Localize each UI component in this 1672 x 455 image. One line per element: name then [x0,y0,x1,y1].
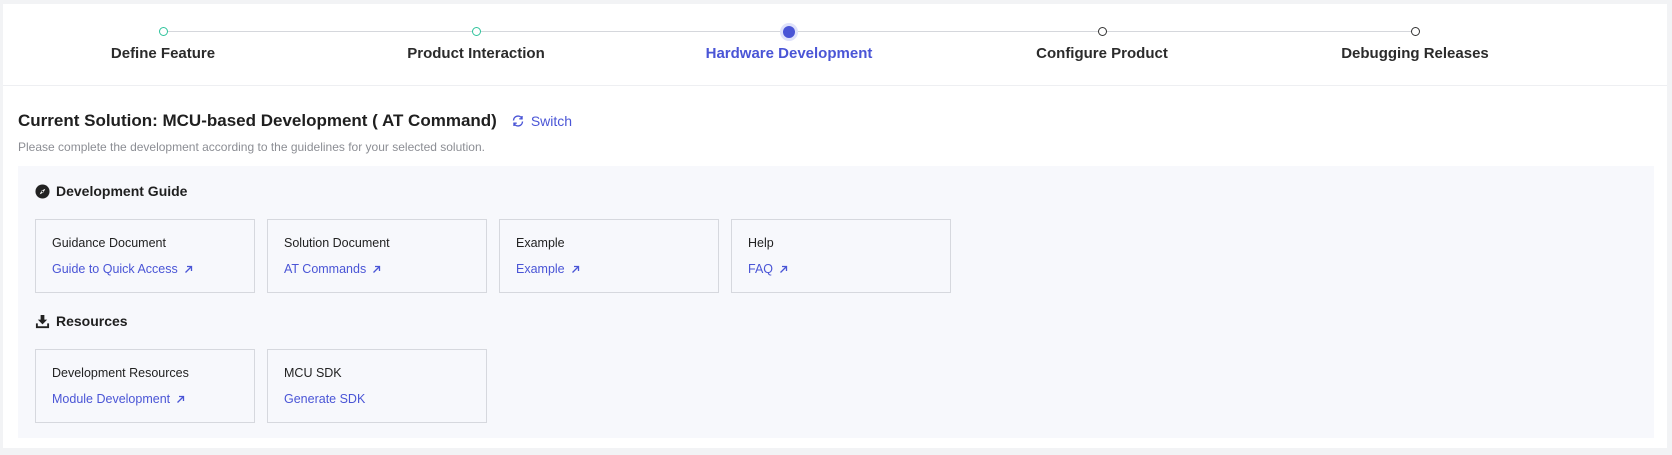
card-title: MCU SDK [284,366,342,380]
step-label: Product Interaction [407,45,545,62]
step-label: Define Feature [110,45,216,62]
example-link[interactable]: Example [516,262,580,276]
development-guide-heading: Development Guide [35,183,187,199]
page: Define Feature Product Interaction Hardw… [3,4,1667,448]
step-define-feature[interactable]: Define Feature [13,4,313,86]
download-icon [35,314,50,328]
link-text: AT Commands [284,262,367,276]
card-development-resources: Development Resources Module Development [35,349,255,423]
link-text: Example [516,262,565,276]
switch-icon [512,115,524,127]
external-link-icon [780,265,788,273]
switch-label: Switch [530,113,573,129]
card-title: Solution Document [284,236,390,250]
link-text: Generate SDK [284,392,366,406]
card-help: Help FAQ [731,219,951,293]
card-solution-document: Solution Document AT Commands [267,219,487,293]
resources-heading: Resources [35,313,128,329]
external-link-icon [373,265,381,273]
module-development-link[interactable]: Module Development [52,392,185,406]
step-label: Hardware Development [705,45,873,62]
step-done-dot-icon [158,27,168,36]
step-todo-dot-icon [1410,27,1420,36]
external-link-icon [571,265,579,273]
card-title: Help [748,236,774,250]
section-title: Resources [56,313,128,329]
title-row: Current Solution: MCU-based Development … [18,111,572,131]
card-title: Development Resources [52,366,189,380]
link-text: FAQ [748,262,774,276]
card-mcu-sdk: MCU SDK Generate SDK [267,349,487,423]
guide-to-quick-access-link[interactable]: Guide to Quick Access [52,262,193,276]
guide-panel: Development Guide Guidance Document Guid… [18,166,1654,438]
external-link-icon [184,265,192,273]
step-done-dot-icon [471,27,481,36]
card-title: Example [516,236,565,250]
step-label: Debugging Releases [1341,45,1489,62]
progress-stepper: Define Feature Product Interaction Hardw… [3,4,1667,86]
at-commands-link[interactable]: AT Commands [284,262,381,276]
generate-sdk-link[interactable]: Generate SDK [284,392,365,406]
compass-icon [35,183,50,199]
card-title: Guidance Document [52,236,166,250]
card-example: Example Example [499,219,719,293]
faq-link[interactable]: FAQ [748,262,788,276]
page-title: Current Solution: MCU-based Development … [18,111,497,130]
switch-button[interactable]: Switch [511,113,572,129]
link-text: Module Development [52,392,171,406]
section-title: Development Guide [56,183,188,199]
link-text: Guide to Quick Access [52,262,178,276]
external-link-icon [177,395,185,403]
step-todo-dot-icon [1097,27,1107,36]
step-label: Configure Product [1036,45,1168,62]
step-hardware-development[interactable]: Hardware Development [639,4,939,86]
step-product-interaction[interactable]: Product Interaction [326,4,626,86]
page-subtitle: Please complete the development accordin… [18,140,485,154]
card-guidance-document: Guidance Document Guide to Quick Access [35,219,255,293]
step-configure-product[interactable]: Configure Product [952,4,1252,86]
step-debugging-releases[interactable]: Debugging Releases [1265,4,1565,86]
step-active-dot-icon [783,25,795,38]
